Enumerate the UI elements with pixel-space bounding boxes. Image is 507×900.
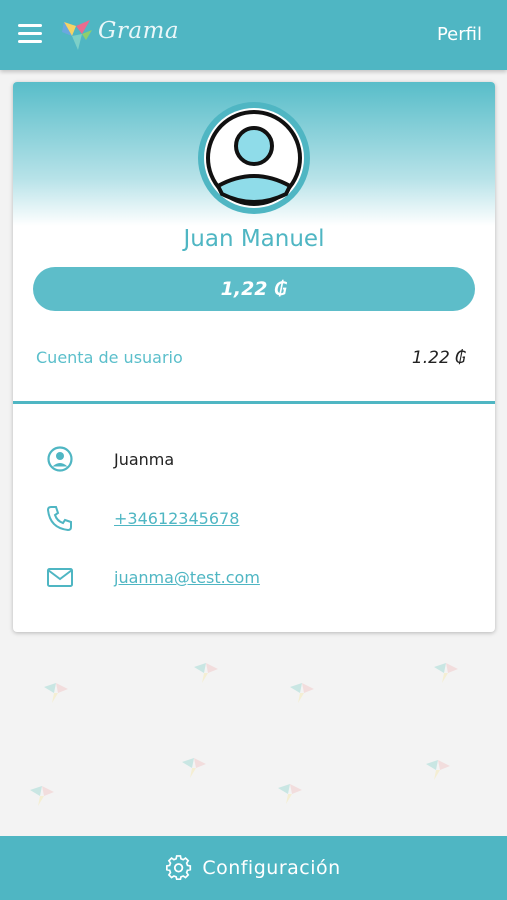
page-title: Perfil (436, 24, 482, 45)
brand-name: Grama (98, 18, 180, 44)
account-value: 1.22 ₲ (411, 348, 466, 368)
account-row: Cuenta de usuario 1.22 ₲ (36, 348, 466, 372)
top-app-bar: Grama Perfil (0, 0, 507, 70)
email-link[interactable]: juanma@test.com (114, 568, 260, 587)
menu-icon[interactable] (18, 24, 42, 44)
bird-decoration-icon (44, 683, 68, 703)
settings-label: Configuración (202, 857, 341, 879)
grama-logo-icon (62, 20, 92, 50)
avatar-icon[interactable] (196, 100, 312, 216)
bird-decoration-icon (278, 784, 302, 804)
username-value: Juanma (114, 450, 175, 469)
phone-icon (46, 506, 72, 532)
bird-decoration-icon (30, 786, 54, 806)
bird-decoration-icon (426, 760, 450, 780)
gear-icon (166, 855, 192, 881)
profile-card: Juan Manuel 1,22 ₲ Cuenta de usuario 1.2… (13, 82, 495, 632)
balance-value: 1,22 ₲ (220, 278, 288, 300)
email-row: juanma@test.com (45, 562, 465, 594)
phone-link[interactable]: +34612345678 (114, 509, 239, 528)
account-label: Cuenta de usuario (36, 348, 183, 367)
divider (13, 401, 495, 404)
user-circle-icon (47, 446, 73, 472)
bird-decoration-icon (194, 663, 218, 683)
bird-decoration-icon (290, 683, 314, 703)
bird-decoration-icon (182, 758, 206, 778)
profile-name: Juan Manuel (183, 226, 325, 252)
settings-button[interactable]: Configuración (0, 836, 507, 900)
bird-decoration-icon (434, 663, 458, 683)
mail-icon (47, 568, 73, 587)
username-row: Juanma (45, 444, 465, 476)
balance-pill[interactable]: 1,22 ₲ (33, 267, 475, 311)
phone-row: +34612345678 (45, 503, 465, 535)
